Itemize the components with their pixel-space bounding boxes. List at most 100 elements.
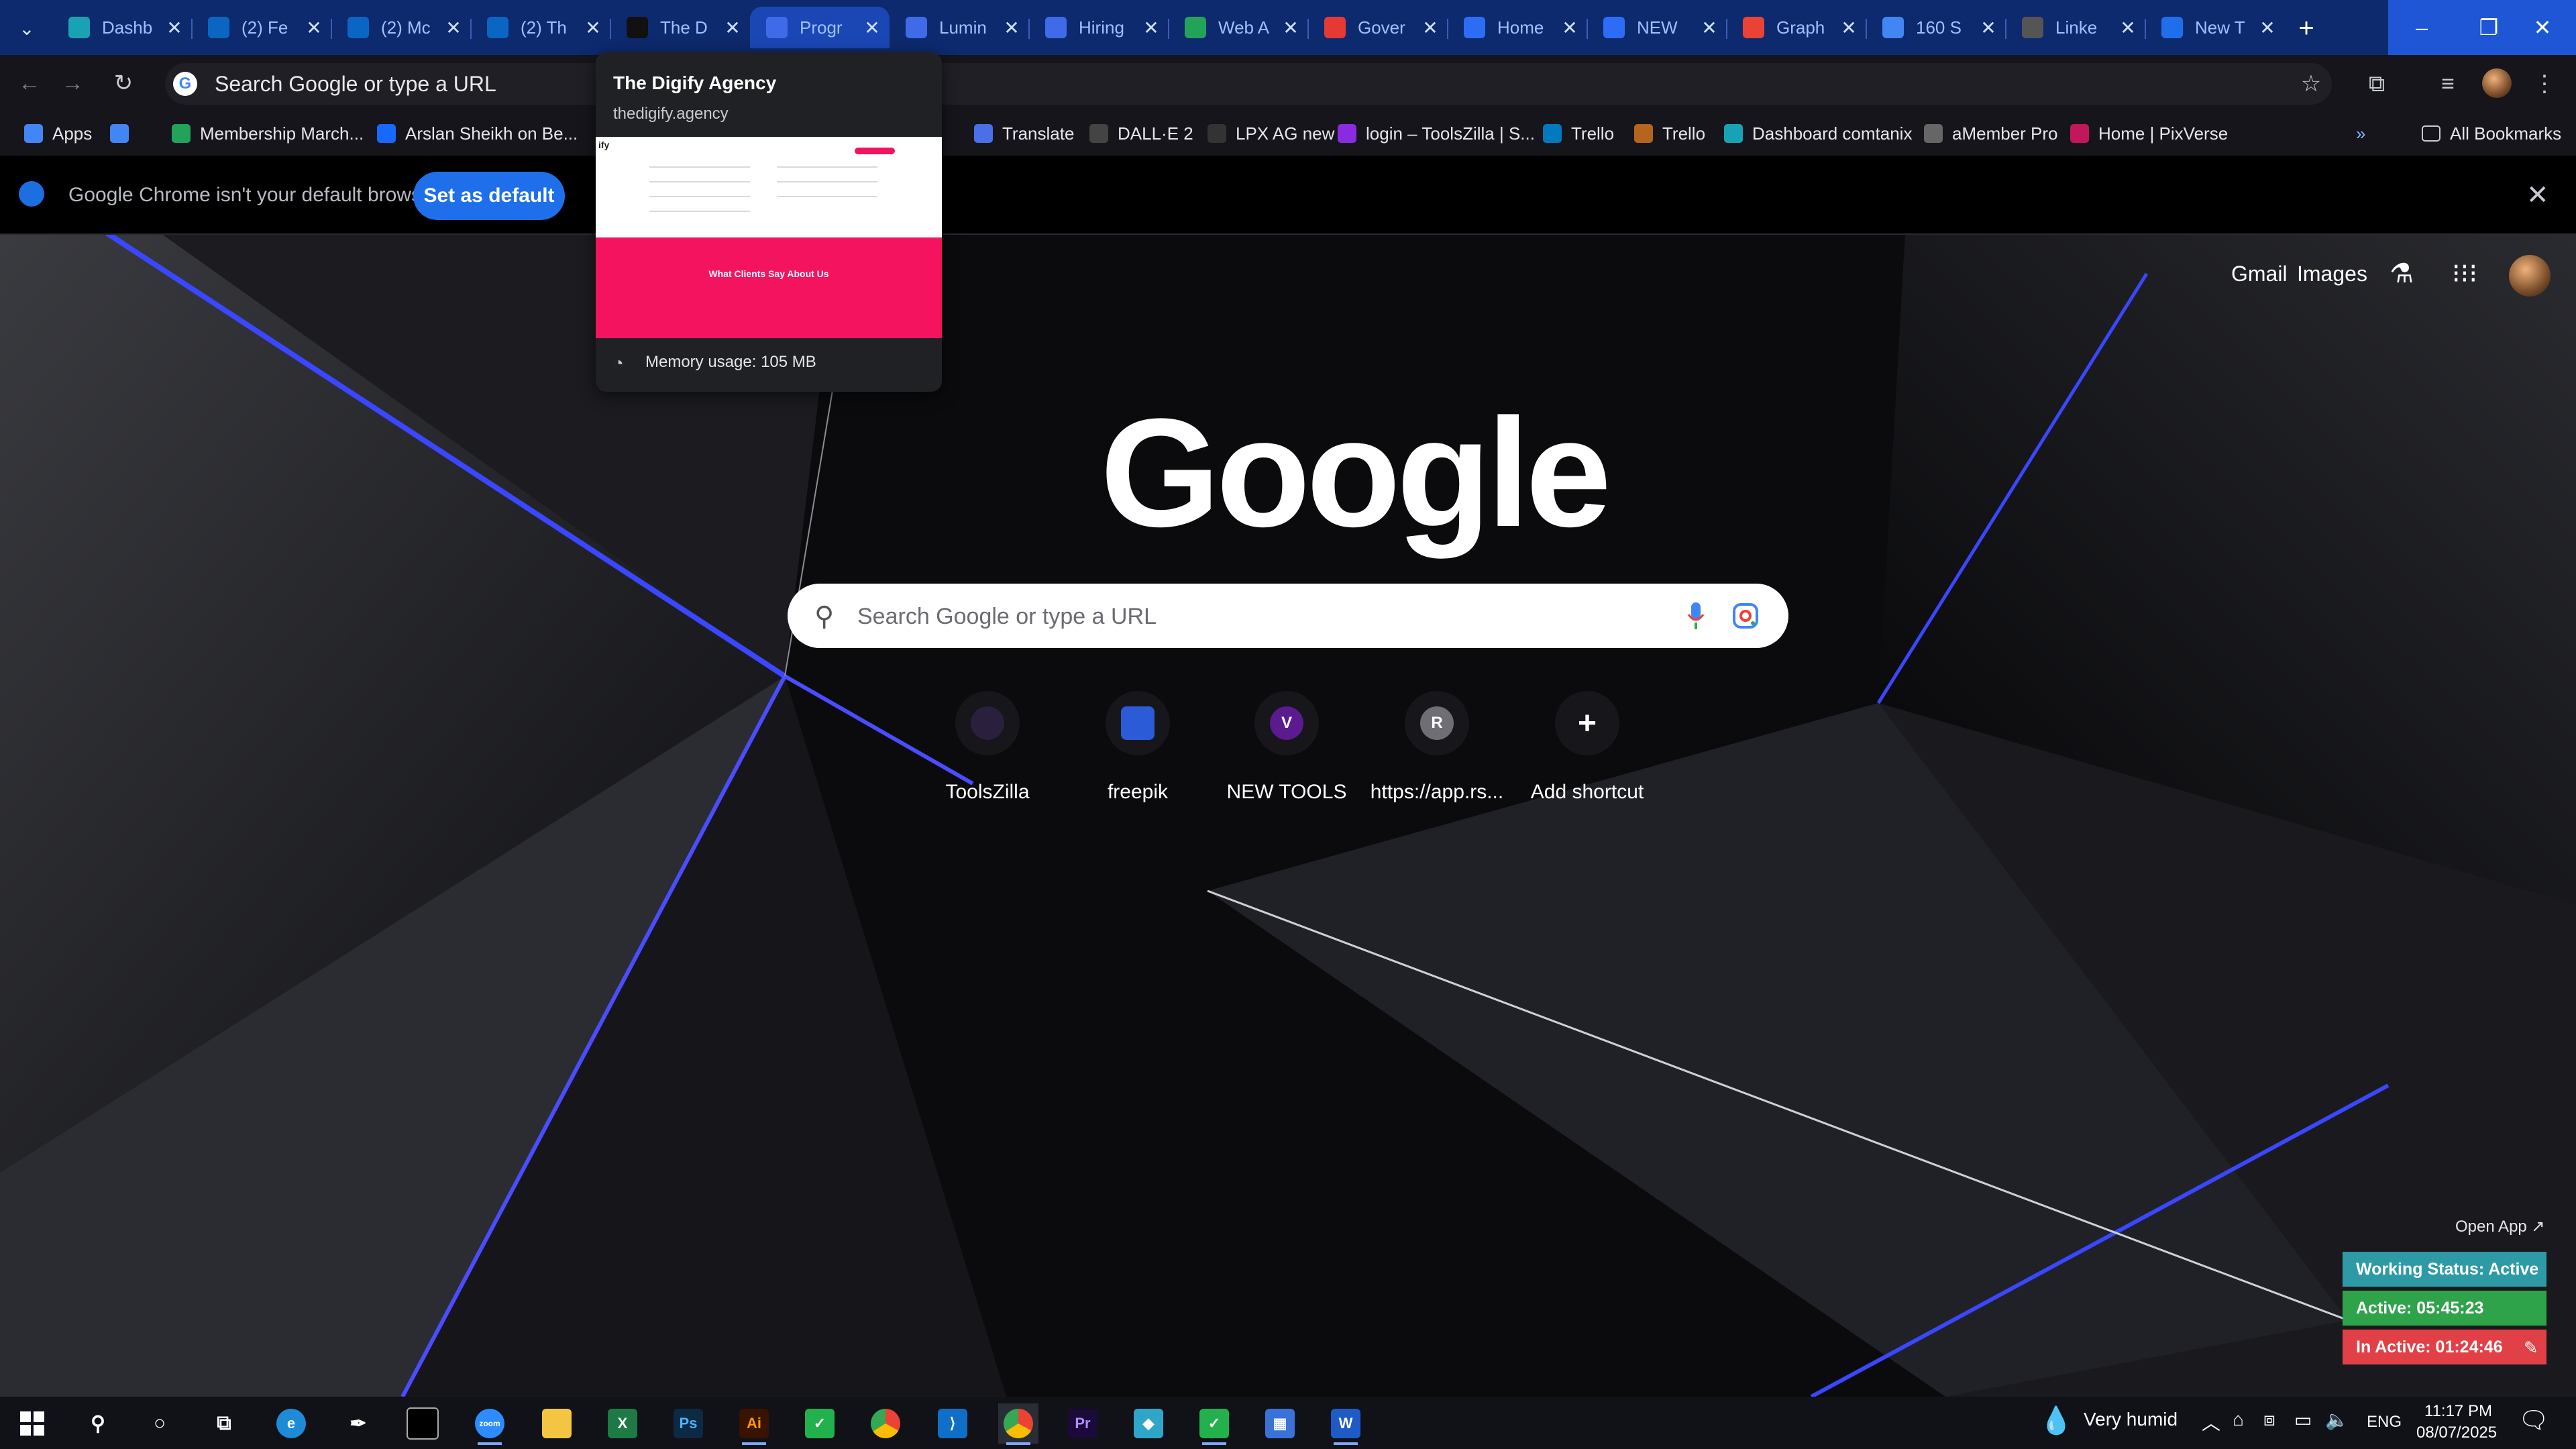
close-tab-icon[interactable]: ✕ (861, 17, 883, 39)
browser-tab[interactable]: NEW ✕ (1587, 7, 1727, 48)
tab-search-chevron-icon[interactable]: ⌄ (7, 9, 47, 47)
extensions-icon[interactable]: ⧉ (2361, 68, 2392, 99)
close-tab-icon[interactable]: ✕ (1280, 17, 1301, 39)
clock-time[interactable]: 11:17 PM (2424, 1402, 2492, 1421)
shortcut-tile[interactable]: + Add shortcut (1513, 691, 1661, 804)
browser-tab[interactable]: Home ✕ (1448, 7, 1587, 48)
app-diamond-icon[interactable]: ◆ (1128, 1403, 1169, 1444)
bookmark-item[interactable]: Membership March... (172, 118, 364, 149)
set-as-default-button[interactable]: Set as default (413, 172, 565, 220)
reload-icon[interactable]: ↻ (106, 66, 141, 101)
browser-tab[interactable]: Hiring ✕ (1029, 7, 1169, 48)
media-control-icon[interactable]: ≡ (2432, 68, 2463, 99)
excel-icon[interactable]: X (602, 1403, 643, 1444)
bookmark-item[interactable]: Dashboard comtanix (1724, 118, 1912, 149)
voice-search-icon[interactable] (1682, 598, 1709, 633)
browser-tab[interactable]: Dashb ✕ (52, 7, 192, 48)
close-tab-icon[interactable]: ✕ (1140, 17, 1162, 39)
shortcut-tile[interactable]: freepik (1064, 691, 1212, 804)
bookmark-item[interactable]: Trello (1634, 118, 1705, 149)
browser-tab[interactable]: Lumin ✕ (890, 7, 1029, 48)
browser-tab[interactable]: (2) Fe ✕ (192, 7, 331, 48)
address-bar[interactable]: G Search Google or type a URL (165, 63, 2332, 105)
bookmark-item[interactable]: Home | PixVerse (2070, 118, 2228, 149)
ntp-search-box[interactable]: ⚲ Search Google or type a URL (788, 584, 1788, 648)
task-view-icon[interactable]: ⧉ (204, 1403, 244, 1444)
gmail-link[interactable]: Gmail (2231, 262, 2288, 286)
close-tab-icon[interactable]: ✕ (303, 17, 325, 39)
bookmark-item[interactable]: LPX AG new (1208, 118, 1334, 149)
bookmark-item[interactable]: login – ToolsZilla | S... (1338, 118, 1535, 149)
browser-tab[interactable]: Linke ✕ (2006, 7, 2145, 48)
zoom-icon[interactable]: zoom (470, 1403, 510, 1445)
google-apps-icon[interactable]: ⁝⁝⁝ (2446, 255, 2483, 292)
browser-tab[interactable]: Web A ✕ (1169, 7, 1308, 48)
calculator-icon[interactable]: ▦ (1260, 1403, 1300, 1444)
language-indicator[interactable]: ENG (2367, 1413, 2402, 1432)
bookmark-item[interactable]: Arslan Sheikh on Be... (377, 118, 578, 149)
browser-tab[interactable]: (2) Mc ✕ (331, 7, 471, 48)
browser-tab[interactable]: Progr ✕ (750, 7, 890, 48)
close-tab-icon[interactable]: ✕ (582, 17, 604, 39)
back-icon[interactable]: ← (12, 66, 47, 101)
photoshop-icon[interactable]: Ps (668, 1403, 708, 1444)
bookmark-item[interactable]: Translate (974, 118, 1074, 149)
illustrator-icon[interactable]: Ai (734, 1403, 774, 1445)
close-tab-icon[interactable]: ✕ (1838, 17, 1860, 39)
edge-icon[interactable]: e (271, 1403, 311, 1444)
bookmark-item[interactable]: aMember Pro (1924, 118, 2058, 149)
bookmark-item[interactable]: Apps (24, 118, 92, 149)
cortana-icon[interactable]: ○ (140, 1403, 180, 1444)
volume-icon[interactable]: 🔈 (2325, 1409, 2349, 1431)
word-icon[interactable]: W (1326, 1403, 1366, 1445)
network-icon[interactable]: ▭ (2294, 1409, 2312, 1431)
close-tab-icon[interactable]: ✕ (1699, 17, 1720, 39)
bookmark-item[interactable] (110, 118, 138, 149)
pen-tool-icon[interactable]: ✒ (338, 1403, 378, 1444)
close-tab-icon[interactable]: ✕ (1559, 17, 1580, 39)
images-link[interactable]: Images (2297, 262, 2367, 286)
edit-pencil-icon[interactable]: ✎ (2524, 1338, 2538, 1358)
tray-chevron-icon[interactable]: ︿ (2202, 1409, 2220, 1436)
close-tab-icon[interactable]: ✕ (164, 17, 185, 39)
close-tab-icon[interactable]: ✕ (1001, 17, 1022, 39)
close-tab-icon[interactable]: ✕ (1419, 17, 1441, 39)
close-tab-icon[interactable]: ✕ (443, 17, 464, 39)
sheets-app-icon[interactable]: ✓ (800, 1403, 840, 1444)
meet-now-icon[interactable]: ⌂ (2233, 1409, 2244, 1430)
weather-label[interactable]: Very humid (2084, 1409, 2178, 1430)
terminal-icon[interactable] (402, 1403, 443, 1444)
remote-icon[interactable]: ⧈ (2263, 1409, 2275, 1431)
account-avatar[interactable] (2509, 255, 2551, 297)
chrome-active-icon[interactable] (998, 1403, 1038, 1445)
vscode-icon[interactable]: ⟩ (932, 1403, 973, 1444)
profile-avatar[interactable] (2482, 68, 2512, 98)
windows-start-icon[interactable] (12, 1403, 52, 1444)
close-tab-icon[interactable]: ✕ (1978, 17, 1999, 39)
bookmark-item[interactable]: DALL·E 2 (1089, 118, 1193, 149)
close-window-button[interactable]: ✕ (2509, 0, 2576, 55)
notifications-icon[interactable]: 🗨 (2518, 1406, 2549, 1434)
browser-tab[interactable]: (2) Th ✕ (471, 7, 610, 48)
close-tab-icon[interactable]: ✕ (2117, 17, 2139, 39)
browser-tab[interactable]: 160 S ✕ (1866, 7, 2006, 48)
chrome-menu-icon[interactable]: ⋮ (2529, 68, 2560, 99)
shortcut-tile[interactable]: ToolsZilla (914, 691, 1061, 804)
shortcut-tile[interactable]: V NEW TOOLS (1213, 691, 1360, 804)
close-infobar-icon[interactable]: ✕ (2526, 180, 2549, 211)
sheets-app-icon-2[interactable]: ✓ (1194, 1403, 1234, 1445)
clock-date[interactable]: 08/07/2025 (2416, 1424, 2497, 1442)
file-explorer-icon[interactable] (537, 1403, 577, 1444)
browser-tab[interactable]: New T ✕ (2145, 7, 2285, 48)
minimize-button[interactable]: – (2388, 0, 2455, 55)
search-icon[interactable]: ⚲ (78, 1403, 118, 1444)
labs-flask-icon[interactable]: ⚗ (2383, 255, 2420, 292)
close-tab-icon[interactable]: ✕ (2257, 17, 2278, 39)
chrome-icon[interactable] (865, 1403, 906, 1444)
browser-tab[interactable]: Gover ✕ (1308, 7, 1448, 48)
all-bookmarks[interactable]: All Bookmarks (2422, 118, 2561, 149)
bookmarks-overflow-icon[interactable]: » (2356, 118, 2365, 149)
bookmark-star-icon[interactable]: ☆ (2296, 68, 2326, 99)
premiere-icon[interactable]: Pr (1063, 1403, 1103, 1444)
open-app-link[interactable]: Open App ↗ (2455, 1217, 2545, 1236)
